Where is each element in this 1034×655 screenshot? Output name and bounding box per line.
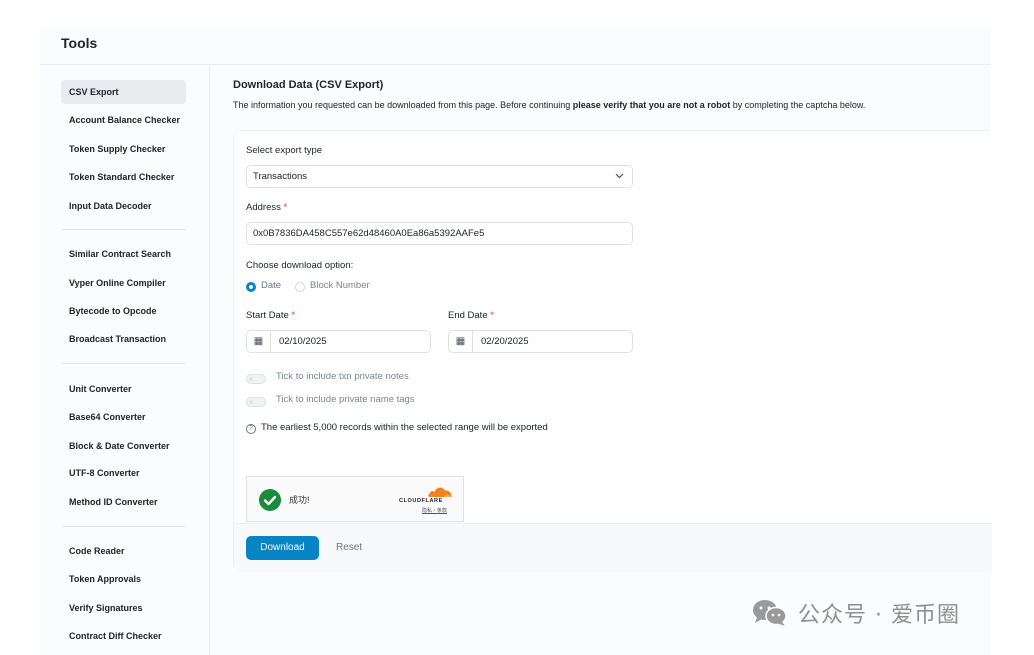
calendar-icon: ▦ bbox=[247, 331, 271, 352]
required-mark: * bbox=[490, 310, 494, 321]
sidebar: CSV Export Account Balance Checker Token… bbox=[40, 65, 210, 655]
wechat-icon bbox=[752, 599, 788, 627]
end-date-label-text: End Date bbox=[448, 310, 488, 321]
section-title: Download Data (CSV Export) bbox=[233, 79, 384, 91]
required-mark: * bbox=[283, 202, 288, 213]
cloudflare-links[interactable]: 隐私・条款 bbox=[422, 507, 447, 514]
sidebar-item-method-id-converter[interactable]: Method ID Converter bbox=[61, 490, 186, 514]
chevron-down-icon bbox=[615, 166, 624, 195]
watermark-text: 公众号 · 爱币圈 bbox=[798, 603, 960, 628]
sidebar-item-account-balance-checker[interactable]: Account Balance Checker bbox=[61, 108, 186, 132]
sidebar-item-unit-converter[interactable]: Unit Converter bbox=[61, 377, 186, 401]
sidebar-divider bbox=[61, 229, 186, 230]
export-limit-note: The earliest 5,000 records within the se… bbox=[261, 422, 548, 433]
required-mark: * bbox=[291, 310, 296, 321]
radio-block-number[interactable] bbox=[295, 282, 305, 292]
section-description: The information you requested can be dow… bbox=[233, 100, 865, 110]
description-emphasis: please verify that you are not a robot bbox=[572, 100, 731, 110]
end-date-value: 02/20/2025 bbox=[481, 336, 529, 347]
end-date-input[interactable]: ▦ 02/20/2025 bbox=[448, 330, 633, 353]
sidebar-item-token-supply-checker[interactable]: Token Supply Checker bbox=[61, 137, 186, 161]
toggle-private-name-tags[interactable] bbox=[246, 397, 266, 407]
address-label: Address * bbox=[246, 202, 287, 213]
radio-date[interactable] bbox=[246, 282, 256, 292]
cloudflare-brand: CLOUDFLARE bbox=[399, 498, 443, 504]
sidebar-item-base64-converter[interactable]: Base64 Converter bbox=[61, 405, 186, 429]
reset-button[interactable]: Reset bbox=[336, 536, 362, 560]
export-type-label: Select export type bbox=[246, 145, 323, 156]
sidebar-item-token-approvals[interactable]: Token Approvals bbox=[61, 567, 186, 591]
download-button[interactable]: Download bbox=[246, 536, 319, 560]
toggle-private-notes-label: Tick to include txn private notes bbox=[276, 371, 409, 382]
export-type-value: Transactions bbox=[253, 171, 308, 182]
tools-card: Tools CSV Export Account Balance Checker… bbox=[40, 27, 992, 655]
download-option-label: Choose download option: bbox=[246, 260, 354, 271]
start-date-label-text: Start Date bbox=[246, 310, 289, 321]
radio-block-number-label: Block Number bbox=[310, 280, 370, 291]
sidebar-divider bbox=[61, 363, 186, 364]
calendar-icon: ▦ bbox=[449, 331, 473, 352]
description-text-end: by completing the captcha below. bbox=[730, 100, 866, 110]
sidebar-item-verify-signatures[interactable]: Verify Signatures bbox=[61, 596, 186, 620]
export-form: Select export type Transactions Address … bbox=[233, 130, 992, 572]
start-date-value: 02/10/2025 bbox=[279, 336, 327, 347]
sidebar-item-block-date-converter[interactable]: Block & Date Converter bbox=[61, 434, 186, 458]
sidebar-item-utf8-converter[interactable]: UTF-8 Converter bbox=[61, 461, 186, 485]
sidebar-item-vyper-online-compiler[interactable]: Vyper Online Compiler bbox=[61, 271, 186, 295]
end-date-label: End Date * bbox=[448, 310, 494, 321]
sidebar-item-bytecode-to-opcode[interactable]: Bytecode to Opcode bbox=[61, 299, 186, 323]
page-title: Tools bbox=[61, 35, 98, 51]
sidebar-item-input-data-decoder[interactable]: Input Data Decoder bbox=[61, 194, 186, 218]
start-date-input[interactable]: ▦ 02/10/2025 bbox=[246, 330, 431, 353]
form-footer: Download Reset bbox=[234, 523, 992, 572]
sidebar-item-similar-contract-search[interactable]: Similar Contract Search bbox=[61, 242, 186, 266]
sidebar-item-csv-export[interactable]: CSV Export bbox=[61, 80, 186, 104]
address-input[interactable]: 0x0B7836DA458C557e62d48460A0Ea86a5392AAF… bbox=[246, 222, 633, 245]
content-header: Download Data (CSV Export) The informati… bbox=[233, 79, 865, 110]
sidebar-item-broadcast-transaction[interactable]: Broadcast Transaction bbox=[61, 327, 186, 351]
export-type-select[interactable]: Transactions bbox=[246, 165, 633, 188]
check-circle-icon bbox=[259, 489, 281, 511]
sidebar-divider bbox=[61, 526, 186, 527]
cloudflare-captcha[interactable]: 成功! CLOUDFLARE 隐私・条款 bbox=[246, 476, 464, 522]
address-value: 0x0B7836DA458C557e62d48460A0Ea86a5392AAF… bbox=[253, 228, 485, 239]
sidebar-item-token-standard-checker[interactable]: Token Standard Checker bbox=[61, 165, 186, 189]
wechat-watermark: 公众号 · 爱币圈 bbox=[752, 597, 960, 629]
toggle-private-name-tags-label: Tick to include private name tags bbox=[276, 394, 415, 405]
description-text: The information you requested can be dow… bbox=[233, 100, 573, 110]
question-circle-icon: ? bbox=[246, 424, 256, 434]
sidebar-item-contract-diff-checker[interactable]: Contract Diff Checker bbox=[61, 624, 186, 648]
toggle-private-notes[interactable] bbox=[246, 374, 266, 384]
captcha-status: 成功! bbox=[289, 495, 310, 505]
card-header: Tools bbox=[40, 27, 991, 65]
start-date-label: Start Date * bbox=[246, 310, 295, 321]
address-label-text: Address bbox=[246, 202, 281, 213]
radio-date-label: Date bbox=[261, 280, 282, 291]
sidebar-item-code-reader[interactable]: Code Reader bbox=[61, 539, 186, 563]
